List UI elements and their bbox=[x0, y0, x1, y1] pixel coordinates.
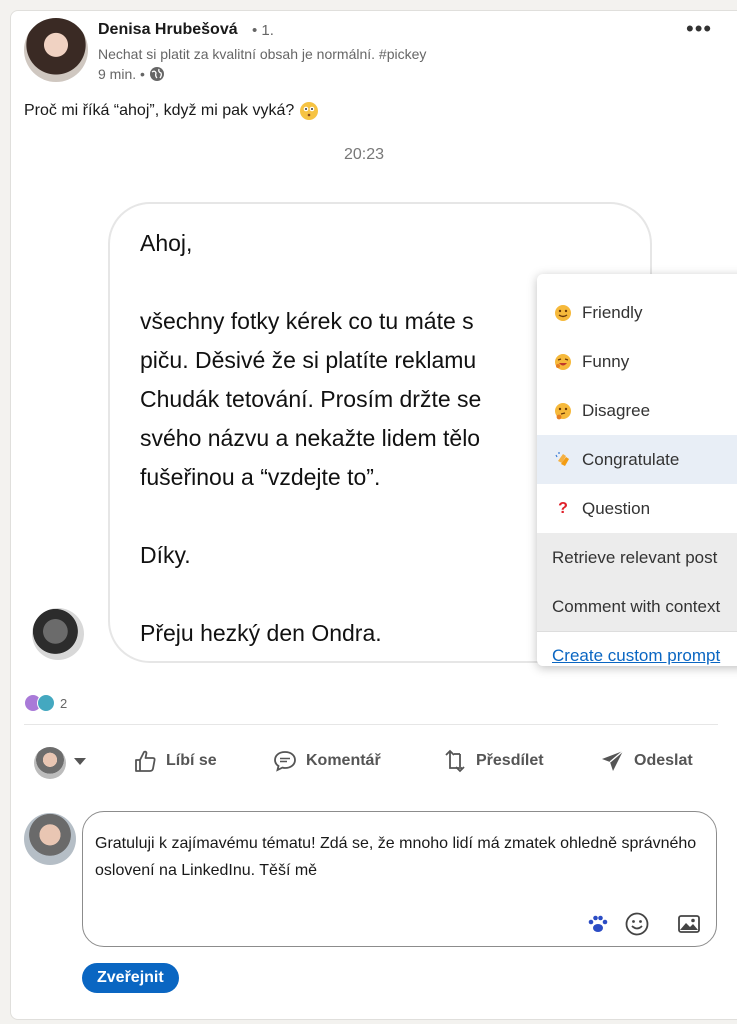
question-mark-icon: ? bbox=[558, 499, 568, 517]
reaction-identity-avatar[interactable] bbox=[34, 747, 66, 779]
globe-icon bbox=[149, 66, 165, 82]
connection-degree: • 1. bbox=[252, 22, 274, 39]
flushed-emoji-icon bbox=[300, 102, 319, 120]
menu-item-label: Congratulate bbox=[582, 449, 680, 469]
author-name[interactable]: Denisa Hrubešová bbox=[98, 21, 238, 39]
message-line: Ahoj, bbox=[140, 230, 193, 256]
image-icon[interactable] bbox=[675, 910, 703, 938]
menu-item-question[interactable]: ? Question bbox=[537, 484, 737, 533]
menu-item-label: Comment with context bbox=[552, 596, 721, 616]
post-meta: 9 min. • bbox=[98, 66, 165, 82]
message-line: Přeju hezký den Ondra. bbox=[140, 620, 382, 646]
author-avatar[interactable] bbox=[24, 18, 88, 82]
reactions-count: 2 bbox=[60, 695, 68, 711]
commenter-avatar bbox=[24, 813, 76, 865]
post-time: 9 min. • bbox=[98, 66, 145, 82]
message-line: všechny fotky kérek co tu máte s bbox=[140, 308, 474, 334]
menu-item-custom-prompt[interactable]: Create custom prompt bbox=[537, 631, 737, 666]
clap-emoji-icon bbox=[554, 451, 572, 469]
send-button[interactable]: Odeslat bbox=[600, 748, 693, 774]
chevron-down-icon[interactable] bbox=[74, 758, 86, 765]
menu-item-comment-context[interactable]: Comment with context bbox=[537, 582, 737, 631]
post-text: Proč mi říká “ahoj”, když mi pak vyká? bbox=[24, 102, 319, 120]
thinking-emoji-icon bbox=[554, 402, 572, 420]
reactions-summary[interactable]: 2 bbox=[24, 694, 67, 712]
menu-item-label: Retrieve relevant post bbox=[552, 547, 718, 567]
author-headline: Nechat si platit za kvalitní obsah je no… bbox=[98, 46, 427, 62]
menu-item-label: Friendly bbox=[582, 302, 643, 322]
menu-item-friendly[interactable]: Friendly bbox=[537, 288, 737, 337]
ai-comment-menu: Friendly Funny Disagree Congratulate ? Q… bbox=[537, 274, 737, 666]
menu-item-label: Disagree bbox=[582, 400, 651, 420]
comment-button[interactable]: Komentář bbox=[272, 748, 381, 774]
emoji-icon[interactable] bbox=[623, 910, 651, 938]
comment-label: Komentář bbox=[306, 752, 381, 769]
divider bbox=[24, 724, 718, 725]
message-line: piču. Děsivé že si platíte reklamu bbox=[140, 347, 477, 373]
comment-input[interactable]: Gratuluji k zajímavému tématu! Zdá se, ž… bbox=[82, 811, 717, 947]
post-body: Proč mi říká “ahoj”, když mi pak vyká? bbox=[24, 102, 295, 119]
comment-input-text[interactable]: Gratuluji k zajímavému tématu! Zdá se, ž… bbox=[95, 830, 705, 884]
thumbs-up-icon bbox=[135, 750, 156, 772]
sender-avatar bbox=[32, 608, 84, 660]
message-line: Díky. bbox=[140, 542, 191, 568]
repost-icon bbox=[445, 749, 465, 773]
send-label: Odeslat bbox=[634, 752, 693, 769]
paw-icon[interactable] bbox=[584, 910, 612, 938]
image-timestamp: 20:23 bbox=[344, 146, 385, 163]
more-options-icon[interactable]: ••• bbox=[686, 16, 712, 42]
like-button[interactable]: Líbí se bbox=[132, 748, 217, 774]
menu-item-disagree[interactable]: Disagree bbox=[537, 386, 737, 435]
laugh-emoji-icon bbox=[554, 353, 572, 371]
repost-button[interactable]: Přesdílet bbox=[442, 748, 544, 774]
message-line: fušeřinou a “vzdejte to”. bbox=[140, 464, 381, 490]
publish-button[interactable]: Zveřejnit bbox=[82, 963, 179, 993]
menu-item-retrieve-post[interactable]: Retrieve relevant post bbox=[537, 533, 737, 582]
smile-emoji-icon bbox=[554, 304, 572, 322]
message-line: Chudák tetování. Prosím držte se bbox=[140, 386, 482, 412]
funny-reaction-icon bbox=[37, 694, 55, 712]
create-custom-prompt-link[interactable]: Create custom prompt bbox=[552, 646, 720, 666]
menu-item-label: Question bbox=[582, 498, 651, 518]
repost-label: Přesdílet bbox=[476, 752, 544, 769]
menu-item-label: Funny bbox=[582, 351, 630, 371]
comment-icon bbox=[274, 751, 296, 772]
menu-item-congratulate[interactable]: Congratulate bbox=[537, 435, 737, 484]
like-label: Líbí se bbox=[166, 752, 217, 769]
send-icon bbox=[602, 750, 624, 771]
message-line: svého názvu a nekažte lidem tělo bbox=[140, 425, 481, 451]
menu-item-funny[interactable]: Funny bbox=[537, 337, 737, 386]
